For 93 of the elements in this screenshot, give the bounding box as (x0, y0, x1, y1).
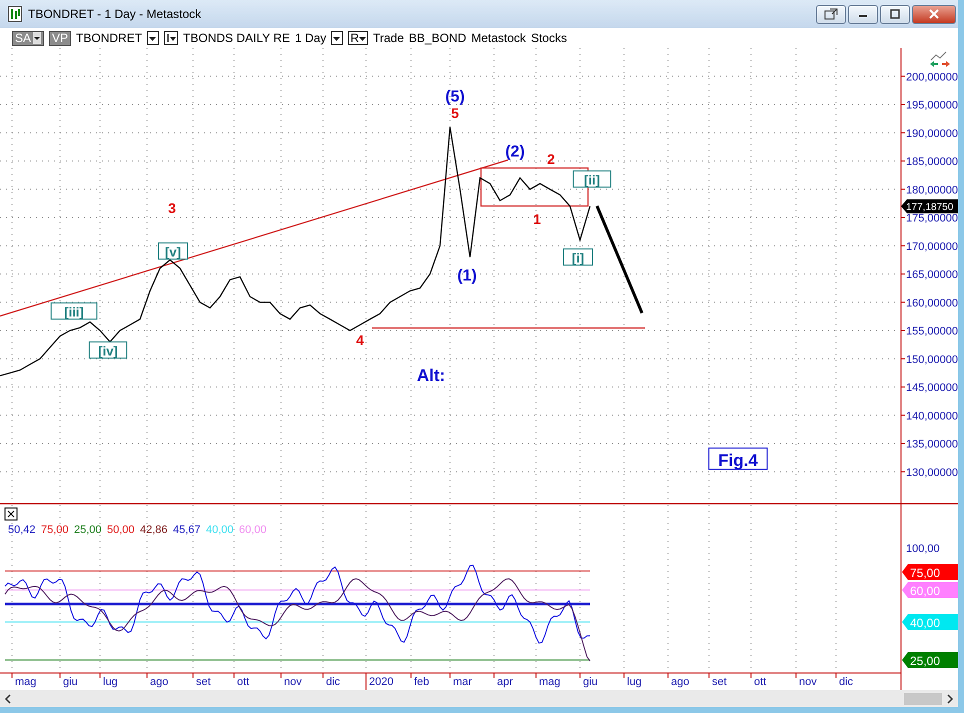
legend-value: 60,00 (239, 524, 267, 536)
date-label: apr (497, 676, 513, 688)
axis-label: 165,00000 (906, 269, 958, 281)
date-label: dic (326, 676, 340, 688)
legend-value: 40,00 (206, 524, 234, 536)
date-label: 2020 (369, 676, 394, 688)
wave-label: [ii] (572, 170, 612, 188)
dropdown-button[interactable] (164, 31, 178, 45)
axis-label: 130,00000 (906, 466, 958, 479)
axis-label: 190,00000 (906, 128, 958, 140)
wave-label: [i] (563, 248, 593, 266)
chart-icon (930, 52, 950, 67)
dropdown-button[interactable]: R (348, 31, 368, 45)
legend-value: 25,00 (74, 524, 102, 536)
axis-label: 145,00000 (906, 382, 958, 394)
app-chart-icon (8, 6, 22, 22)
wave-label: (5) (445, 88, 465, 106)
figure-label: Fig.4 (708, 448, 768, 470)
axis-label: 135,00000 (906, 438, 958, 450)
popout-icon (824, 8, 838, 20)
toolbar-label: TBONDRET (76, 31, 142, 45)
wave-label: [iii] (50, 302, 98, 320)
axis-label: 100,00 (906, 543, 940, 555)
horizontal-scrollbar[interactable] (0, 690, 958, 707)
toolbar-label: Metastock (471, 31, 526, 45)
date-label: set (712, 676, 727, 688)
axis-label: 185,00000 (906, 156, 958, 168)
wave-label: (2) (505, 144, 525, 161)
axis-label: 180,00000 (906, 184, 958, 196)
axis-label: 150,00000 (906, 354, 958, 366)
date-label: mar (453, 676, 472, 688)
wave-label: [iv] (88, 341, 128, 359)
dropdown-button[interactable] (331, 31, 344, 45)
date-label: mag (539, 676, 560, 688)
toolbar-label: Stocks (530, 31, 567, 45)
wave-label: [v] (158, 242, 188, 260)
axis-label: 155,00000 (906, 326, 958, 338)
axis-label: 140,00000 (906, 410, 958, 422)
value-tag: 25,00 (902, 652, 958, 668)
wave-label: 4 (356, 332, 364, 348)
date-label: lug (103, 676, 118, 688)
wave-label: 2 (547, 150, 555, 167)
date-label: mag (15, 676, 36, 688)
toolbar-label: 1 Day (294, 31, 326, 45)
maximize-icon (889, 9, 901, 19)
last-price-tag: 177,18750 (901, 199, 958, 214)
value-tag: 40,00 (902, 614, 958, 630)
axis-label: 200,00000 (906, 71, 958, 84)
legend-value: 50,42 (8, 524, 36, 536)
chip-button[interactable]: SA (12, 30, 44, 46)
axis-label: 175,00000 (906, 212, 958, 224)
wave-label: 5 (451, 104, 459, 121)
legend-value: 45,67 (173, 524, 201, 536)
wave-label: 3 (168, 200, 176, 216)
scroll-left-icon[interactable] (4, 694, 12, 704)
axis-label: 170,00000 (906, 240, 958, 253)
bar-caret-icon (166, 33, 176, 43)
minimize-button[interactable] (848, 4, 878, 24)
close-icon (928, 9, 940, 19)
date-label: lug (627, 676, 642, 688)
maximize-button[interactable] (880, 4, 910, 24)
date-label: giu (63, 676, 78, 688)
toolbar-label: Trade (372, 31, 404, 45)
axis-label: 160,00000 (906, 297, 958, 310)
close-button[interactable] (912, 4, 956, 24)
date-label: dic (839, 676, 854, 688)
scroll-thumb[interactable] (904, 692, 942, 704)
axis-label: 195,00000 (906, 100, 958, 112)
date-label: ott (237, 676, 250, 688)
date-label: giu (583, 676, 598, 688)
date-label: feb (414, 676, 430, 688)
date-label: nov (799, 676, 817, 688)
alt-label: Alt: (416, 366, 446, 385)
legend-value: 75,00 (41, 524, 69, 536)
value-tag: 75,00 (902, 564, 958, 580)
date-label: ago (150, 676, 168, 688)
legend-value: 50,00 (107, 524, 135, 536)
date-label: ago (671, 676, 690, 688)
dropdown-button[interactable] (147, 31, 160, 45)
pane-close-icon[interactable] (4, 508, 18, 520)
popout-button[interactable] (816, 4, 846, 24)
window-title: TBONDRET - 1 Day - Metastock (28, 7, 202, 21)
wave-label: (1) (457, 268, 477, 285)
date-label: nov (284, 676, 302, 688)
wave-label: 1 (533, 210, 541, 227)
toolbar-label: TBONDS DAILY RE (183, 31, 290, 45)
chip-button[interactable]: VP (49, 30, 72, 46)
date-label: set (196, 676, 211, 688)
toolbar-label: BB_BOND (408, 31, 466, 45)
value-tag: 60,00 (902, 582, 958, 598)
legend-value: 42,86 (140, 524, 168, 536)
scroll-right-icon[interactable] (946, 694, 954, 704)
date-label: ott (754, 676, 766, 688)
